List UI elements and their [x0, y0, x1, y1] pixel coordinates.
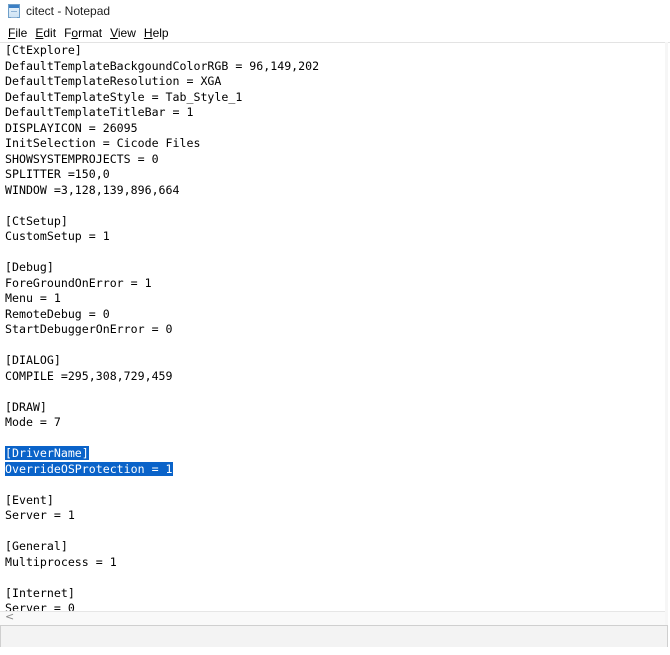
line-text: [Debug] — [5, 260, 54, 274]
vertical-scrollbar[interactable] — [665, 42, 668, 625]
text-line[interactable]: InitSelection = Cicode Files — [5, 136, 319, 152]
text-line[interactable]: [Event] — [5, 493, 319, 509]
text-line[interactable]: [DriverName] — [5, 446, 319, 462]
menu-item-file[interactable]: File — [4, 26, 31, 40]
line-text: Server = 1 — [5, 508, 75, 522]
line-text: [General] — [5, 539, 68, 553]
text-line[interactable]: COMPILE =295,308,729,459 — [5, 369, 319, 385]
horizontal-scrollbar[interactable]: < — [0, 610, 665, 626]
selected-text: OverrideOSProtection = 1 — [5, 461, 173, 476]
line-text: [CtExplore] — [5, 43, 82, 57]
line-text: Menu = 1 — [5, 291, 61, 305]
editor-text[interactable]: [CtExplore] DefaultTemplateBackgoundColor… — [5, 43, 319, 612]
line-text: DefaultTemplateStyle = Tab_Style_1 — [5, 89, 243, 104]
status-bar — [0, 625, 668, 647]
line-text: StartDebuggerOnError = 0 — [5, 322, 173, 336]
text-line[interactable]: [Debug] — [5, 260, 319, 276]
text-editor[interactable]: [CtExplore] DefaultTemplateBackgoundColor… — [0, 42, 670, 612]
line-text: SPLITTER =150,0 — [5, 167, 110, 181]
line-text: Mode = 7 — [5, 415, 61, 429]
line-text: RemoteDebug = 0 — [5, 306, 110, 321]
text-line[interactable]: [CtExplore] — [5, 43, 319, 59]
text-line[interactable] — [5, 384, 319, 400]
text-line[interactable]: OverrideOSProtection = 1 — [5, 461, 319, 478]
line-text: DefaultTemplateTitleBar = 1 — [5, 105, 194, 119]
line-text: ForeGroundOnError = 1 — [5, 275, 152, 290]
text-line[interactable]: SHOWSYSTEMPROJECTS = 0 — [5, 152, 319, 168]
text-line[interactable]: DefaultTemplateBackgoundColorRGB = 96,14… — [5, 59, 319, 75]
line-text: [DRAW] — [5, 399, 47, 414]
notepad-icon — [8, 4, 20, 18]
text-line[interactable]: DefaultTemplateStyle = Tab_Style_1 — [5, 90, 319, 106]
line-text: Multiprocess = 1 — [5, 554, 117, 569]
text-line[interactable]: [Internet] — [5, 586, 319, 602]
text-line[interactable] — [5, 245, 319, 261]
text-line[interactable]: [DIALOG] — [5, 353, 319, 369]
text-line[interactable]: [CtSetup] — [5, 214, 319, 230]
text-line[interactable]: Server = 1 — [5, 508, 319, 524]
line-text: DefaultTemplateResolution = XGA — [5, 74, 222, 88]
menu-item-view[interactable]: View — [106, 26, 140, 40]
text-line[interactable]: Menu = 1 — [5, 291, 319, 307]
text-line[interactable] — [5, 570, 319, 586]
line-text: [DIALOG] — [5, 353, 61, 367]
line-text: InitSelection = Cicode Files — [5, 136, 201, 150]
title-bar: citect - Notepad — [0, 0, 670, 22]
line-text: [Event] — [5, 492, 54, 507]
line-text: DefaultTemplateBackgoundColorRGB = 96,14… — [5, 58, 320, 73]
text-line[interactable]: [DRAW] — [5, 400, 319, 416]
text-line[interactable]: RemoteDebug = 0 — [5, 307, 319, 323]
scroll-left-arrow-icon[interactable]: < — [5, 610, 14, 623]
text-line[interactable]: CustomSetup = 1 — [5, 229, 319, 245]
text-line[interactable]: Multiprocess = 1 — [5, 555, 319, 571]
text-line[interactable] — [5, 431, 319, 447]
text-line[interactable]: ForeGroundOnError = 1 — [5, 276, 319, 292]
menu-item-edit[interactable]: Edit — [31, 26, 60, 40]
menu-item-format[interactable]: Format — [60, 26, 106, 40]
text-line[interactable]: DISPLAYICON = 26095 — [5, 121, 319, 137]
line-text: COMPILE =295,308,729,459 — [5, 368, 173, 383]
text-line[interactable]: WINDOW =3,128,139,896,664 — [5, 183, 319, 199]
line-text: WINDOW =3,128,139,896,664 — [5, 182, 180, 197]
text-line[interactable] — [5, 338, 319, 354]
text-line[interactable]: DefaultTemplateResolution = XGA — [5, 74, 319, 90]
line-text: SHOWSYSTEMPROJECTS = 0 — [5, 151, 159, 166]
text-line[interactable] — [5, 477, 319, 493]
text-line[interactable]: Mode = 7 — [5, 415, 319, 431]
text-line[interactable]: [General] — [5, 539, 319, 555]
text-line[interactable]: SPLITTER =150,0 — [5, 167, 319, 183]
menu-item-help[interactable]: Help — [140, 26, 173, 40]
line-text: [Internet] — [5, 585, 75, 600]
selected-text: [DriverName] — [5, 446, 89, 460]
window-title: citect - Notepad — [26, 4, 111, 18]
text-line[interactable] — [5, 524, 319, 540]
line-text: CustomSetup = 1 — [5, 229, 110, 243]
text-line[interactable]: StartDebuggerOnError = 0 — [5, 322, 319, 338]
text-line[interactable] — [5, 198, 319, 214]
line-text: [CtSetup] — [5, 213, 68, 228]
menu-bar: File Edit Format View Help — [0, 24, 173, 42]
text-line[interactable]: DefaultTemplateTitleBar = 1 — [5, 105, 319, 121]
line-text: DISPLAYICON = 26095 — [5, 120, 138, 135]
